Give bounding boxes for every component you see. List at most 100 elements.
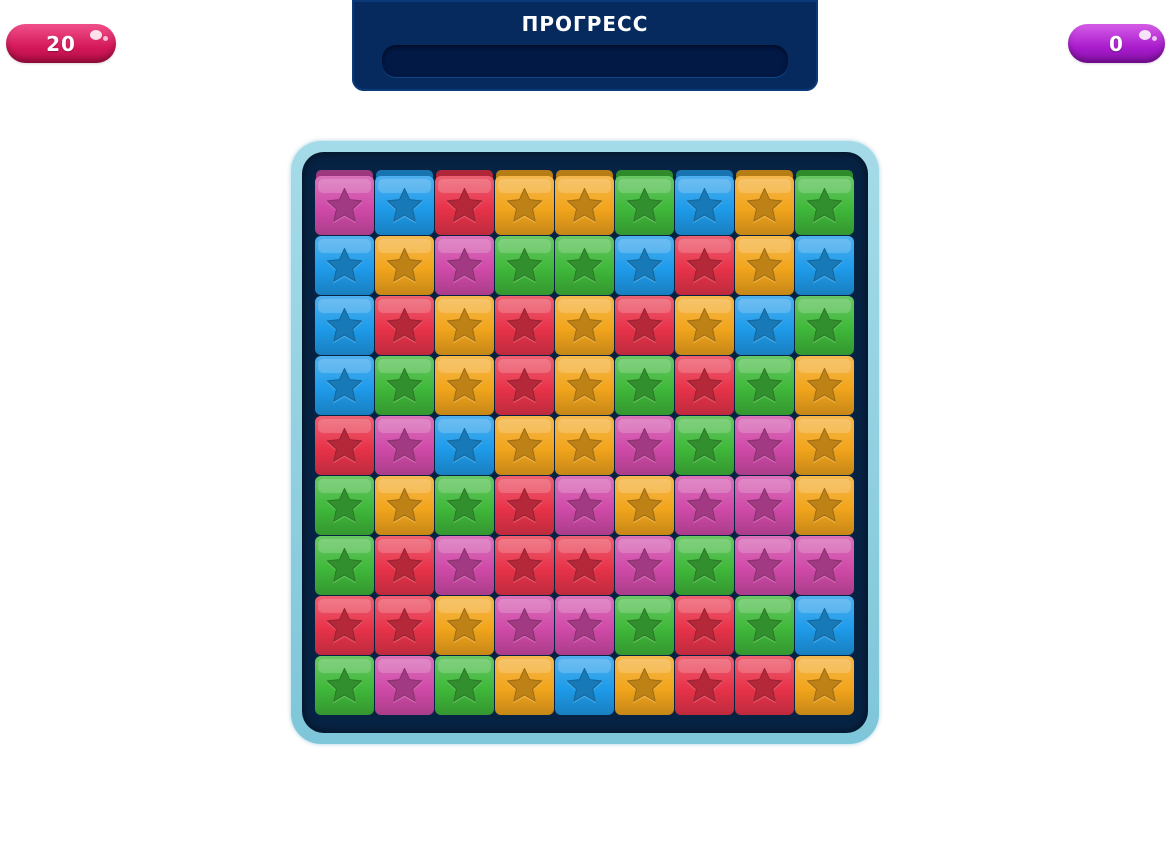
tile-graphic [375,356,434,415]
tile-pink[interactable] [735,476,794,535]
tile-red[interactable] [495,476,554,535]
tile-green[interactable] [555,236,614,295]
tile-pink[interactable] [555,596,614,655]
tile-red[interactable] [375,296,434,355]
tile-orange[interactable] [795,476,854,535]
tile-orange[interactable] [435,596,494,655]
tile-green[interactable] [315,476,374,535]
tile-green[interactable] [675,536,734,595]
tile-pink[interactable] [615,416,674,475]
tile-graphic [555,476,614,535]
tile-red[interactable] [435,170,494,235]
tile-graphic [495,296,554,355]
tile-orange[interactable] [675,296,734,355]
tile-green[interactable] [615,170,674,235]
tile-blue[interactable] [795,236,854,295]
tile-pink[interactable] [735,536,794,595]
tile-orange[interactable] [435,356,494,415]
tile-pink[interactable] [435,236,494,295]
tile-orange[interactable] [735,170,794,235]
tile-pink[interactable] [675,476,734,535]
tile-green[interactable] [495,236,554,295]
game-screen: 20 ПРОГРЕСС 0 [0,0,1172,846]
tile-blue[interactable] [675,170,734,235]
tile-green[interactable] [375,356,434,415]
tile-green[interactable] [735,356,794,415]
tile-orange[interactable] [375,476,434,535]
tile-orange[interactable] [495,170,554,235]
tile-graphic [795,476,854,535]
tile-pink[interactable] [555,476,614,535]
tile-graphic [615,416,674,475]
tile-blue[interactable] [795,596,854,655]
tile-pink[interactable] [375,656,434,715]
tile-orange[interactable] [555,296,614,355]
tile-green[interactable] [795,170,854,235]
tile-orange[interactable] [615,476,674,535]
tile-blue[interactable] [555,656,614,715]
tile-green[interactable] [615,356,674,415]
tile-pink[interactable] [435,536,494,595]
tile-red[interactable] [495,296,554,355]
tile-orange[interactable] [615,656,674,715]
tile-graphic [555,656,614,715]
tile-red[interactable] [315,416,374,475]
tile-orange[interactable] [555,416,614,475]
tile-graphic [315,236,374,295]
tile-orange[interactable] [495,416,554,475]
tile-red[interactable] [315,596,374,655]
tile-pink[interactable] [735,416,794,475]
tile-red[interactable] [555,536,614,595]
tile-graphic [555,536,614,595]
tile-green[interactable] [315,656,374,715]
tile-pink[interactable] [795,536,854,595]
tile-red[interactable] [375,596,434,655]
tile-red[interactable] [495,536,554,595]
tile-graphic [555,356,614,415]
tile-blue[interactable] [315,356,374,415]
tile-graphic [735,476,794,535]
tile-red[interactable] [675,236,734,295]
tile-red[interactable] [615,296,674,355]
tile-orange[interactable] [795,656,854,715]
tile-orange[interactable] [555,170,614,235]
tile-blue[interactable] [615,236,674,295]
tile-orange[interactable] [555,356,614,415]
tile-pink[interactable] [315,170,374,235]
tile-orange[interactable] [735,236,794,295]
tile-orange[interactable] [495,656,554,715]
tile-pink[interactable] [495,596,554,655]
tile-blue[interactable] [435,416,494,475]
tile-graphic [735,296,794,355]
tile-orange[interactable] [795,356,854,415]
progress-title: ПРОГРЕСС [521,12,649,36]
tile-graphic [435,356,494,415]
tile-green[interactable] [735,596,794,655]
tile-red[interactable] [675,656,734,715]
tile-green[interactable] [315,536,374,595]
tile-red[interactable] [375,536,434,595]
tile-graphic [435,296,494,355]
tile-red[interactable] [735,656,794,715]
tile-graphic [495,536,554,595]
tile-blue[interactable] [315,236,374,295]
tile-green[interactable] [675,416,734,475]
tile-red[interactable] [495,356,554,415]
tile-graphic [555,596,614,655]
tile-green[interactable] [435,656,494,715]
tile-green[interactable] [795,296,854,355]
tile-green[interactable] [615,596,674,655]
tile-blue[interactable] [735,296,794,355]
tile-orange[interactable] [375,236,434,295]
tile-pink[interactable] [375,416,434,475]
tile-orange[interactable] [435,296,494,355]
tile-graphic [675,596,734,655]
tile-green[interactable] [435,476,494,535]
tile-red[interactable] [675,596,734,655]
tile-graphic [735,236,794,295]
tile-blue[interactable] [375,170,434,235]
tile-red[interactable] [675,356,734,415]
tile-pink[interactable] [615,536,674,595]
tile-orange[interactable] [795,416,854,475]
tile-blue[interactable] [315,296,374,355]
